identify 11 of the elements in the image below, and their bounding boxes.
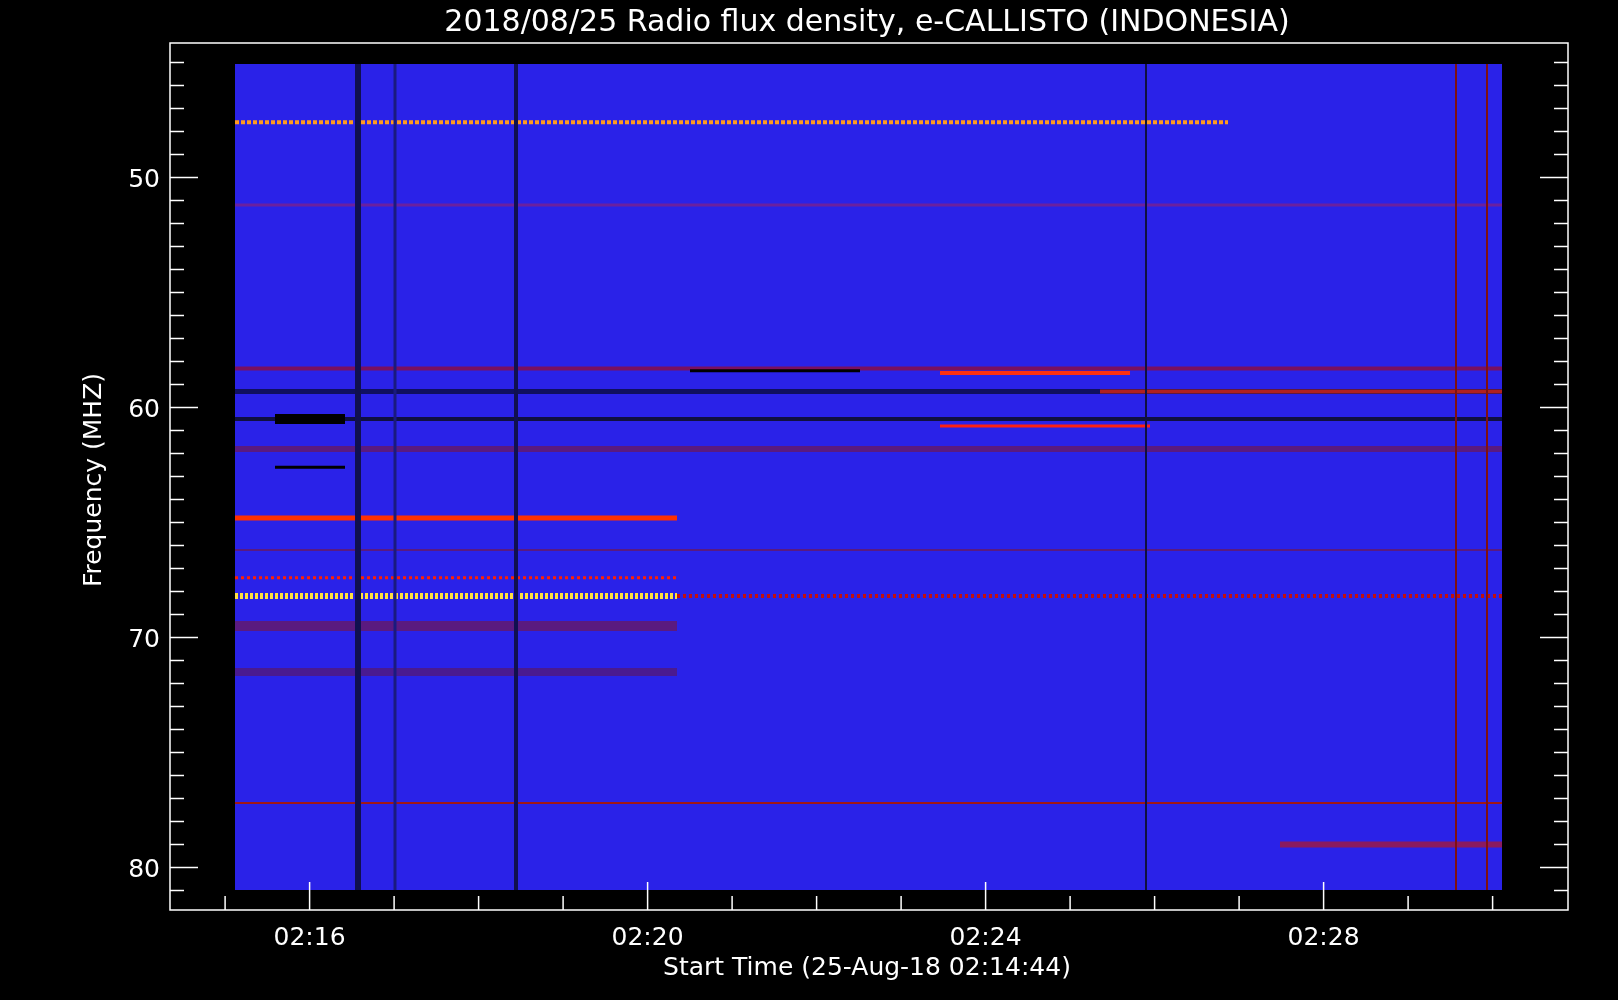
- x-tick-label: 02:16: [273, 922, 346, 951]
- x-tick-label: 02:24: [949, 922, 1022, 951]
- chart-title: 2018/08/25 Radio flux density, e-CALLISTO (INDONESIA): [444, 3, 1290, 38]
- y-tick-label: 80: [128, 853, 160, 883]
- x-axis-label: Start Time (25-Aug-18 02:14:44): [663, 952, 1071, 981]
- x-tick-label: 02:20: [611, 922, 684, 951]
- y-tick-label: 50: [128, 163, 160, 193]
- x-tick-label: 02:28: [1287, 922, 1360, 951]
- y-axis-label: Frequency (MHZ): [78, 372, 107, 588]
- y-tick-label: 60: [128, 393, 160, 423]
- y-tick-label: 70: [128, 623, 160, 653]
